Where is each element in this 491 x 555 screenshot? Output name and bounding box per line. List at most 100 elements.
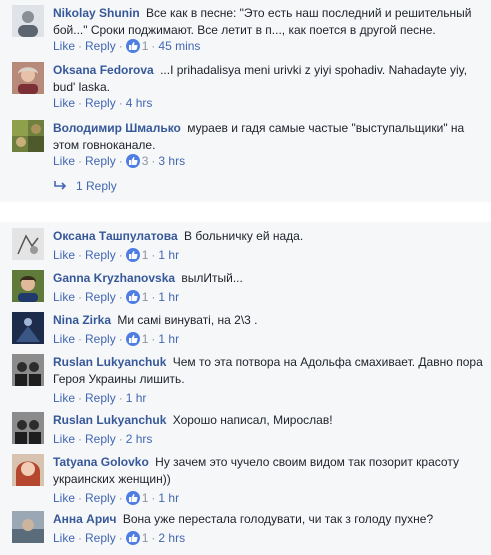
thumbs-up-icon[interactable] xyxy=(125,332,140,346)
comment-body: Ganna Kryzhanovska вылИтый... xyxy=(53,270,484,287)
thumbs-up-icon[interactable] xyxy=(125,290,140,304)
comment-item: Nina Zirka Ми самі винуваті, на 2\3 . Li… xyxy=(12,312,484,348)
comment-author[interactable]: Ruslan Lukyanchuk xyxy=(53,355,166,369)
timestamp[interactable]: 2 hrs xyxy=(126,432,153,446)
comment-body: Ruslan Lukyanchuk Хорошо написал, Миросл… xyxy=(53,412,484,429)
comment-body: Nikolay Shunin Все как в песне: "Это ест… xyxy=(53,5,484,39)
timestamp[interactable]: 3 hrs xyxy=(158,154,185,168)
like-link[interactable]: Like xyxy=(53,391,75,405)
comment-author[interactable]: Nikolay Shunin xyxy=(53,6,140,20)
comment-item: Володимир Шмалько мураев и гадя самые ча… xyxy=(12,120,484,170)
comment-item: Ganna Kryzhanovska вылИтый... Like · Reply… xyxy=(12,270,484,306)
like-count[interactable]: 3 xyxy=(142,154,149,168)
comment-text: В больничку ей нада. xyxy=(183,229,304,243)
avatar[interactable] xyxy=(12,511,44,543)
timestamp[interactable]: 2 hrs xyxy=(158,531,185,545)
reply-link[interactable]: Reply xyxy=(85,432,116,446)
avatar[interactable] xyxy=(12,354,44,386)
comment-author[interactable]: Nina Zirka xyxy=(53,313,111,327)
like-count[interactable]: 1 xyxy=(142,290,149,304)
comment-author[interactable]: Ganna Kryzhanovska xyxy=(53,271,175,285)
comment-item: Tatyana Golovko Ну зачем это чучело свои… xyxy=(12,454,484,505)
reply-link[interactable]: Reply xyxy=(85,39,116,53)
comment-item: Оксана Ташпулатова В больничку ей нада. … xyxy=(12,228,484,264)
comment-author[interactable]: Володимир Шмалько xyxy=(53,121,181,135)
comment-actions: Like · Reply · 1 · 1 hr xyxy=(53,248,180,262)
comment-actions: Like · Reply · 1 · 2 hrs xyxy=(53,531,186,545)
thumbs-up-icon[interactable] xyxy=(125,531,140,545)
thumbs-up-icon[interactable] xyxy=(125,248,140,262)
comment-body: Анна Арич Вона уже перестала голодувати,… xyxy=(53,511,484,528)
timestamp[interactable]: 4 hrs xyxy=(126,96,153,110)
comment-item: Nikolay Shunin Все как в песне: "Это ест… xyxy=(12,5,484,55)
like-link[interactable]: Like xyxy=(53,96,75,110)
like-count[interactable]: 1 xyxy=(142,39,149,53)
reply-link[interactable]: Reply xyxy=(85,332,116,346)
comment-body: Ruslan Lukyanchuk Чем то эта потвора на … xyxy=(53,354,484,388)
reply-link[interactable]: Reply xyxy=(85,531,116,545)
comment-author[interactable]: Анна Арич xyxy=(53,512,117,526)
avatar[interactable] xyxy=(12,62,44,94)
avatar[interactable] xyxy=(12,228,44,260)
avatar[interactable] xyxy=(12,412,44,444)
avatar[interactable] xyxy=(12,454,44,486)
comment-author[interactable]: Ruslan Lukyanchuk xyxy=(53,413,166,427)
avatar[interactable] xyxy=(12,120,44,152)
timestamp[interactable]: 1 hr xyxy=(158,290,179,304)
comment-actions: Like · Reply · 1 · 1 hr xyxy=(53,332,180,346)
like-count[interactable]: 1 xyxy=(142,491,149,505)
timestamp[interactable]: 1 hr xyxy=(126,391,147,405)
comment-item: Oksana Fedorova ...I prihadalisya meni u… xyxy=(12,62,484,112)
reply-link[interactable]: Reply xyxy=(85,96,116,110)
like-count[interactable]: 1 xyxy=(142,248,149,262)
timestamp[interactable]: 45 mins xyxy=(158,39,200,53)
reply-link[interactable]: Reply xyxy=(85,154,116,168)
timestamp[interactable]: 1 hr xyxy=(158,491,179,505)
comment-item: Ruslan Lukyanchuk Чем то эта потвора на … xyxy=(12,354,484,405)
comment-actions: Like · Reply · 1 hr xyxy=(53,391,147,405)
timestamp[interactable]: 1 hr xyxy=(158,332,179,346)
comment-body: Tatyana Golovko Ну зачем это чучело свои… xyxy=(53,454,484,488)
comment-text: Вона уже перестала голодувати, чи так з … xyxy=(122,512,434,526)
like-count[interactable]: 1 xyxy=(142,332,149,346)
timestamp[interactable]: 1 hr xyxy=(158,248,179,262)
comment-item: Ruslan Lukyanchuk Хорошо написал, Миросл… xyxy=(12,412,484,448)
comment-author[interactable]: Oksana Fedorova xyxy=(53,63,154,77)
like-link[interactable]: Like xyxy=(53,154,75,168)
reply-link[interactable]: Reply xyxy=(85,290,116,304)
like-link[interactable]: Like xyxy=(53,248,75,262)
reply-link[interactable]: Reply xyxy=(85,491,116,505)
comment-actions: Like · Reply · 1 · 1 hr xyxy=(53,290,180,304)
reply-link[interactable]: Reply xyxy=(85,391,116,405)
thumbs-up-icon[interactable] xyxy=(125,491,140,505)
comment-body: Володимир Шмалько мураев и гадя самые ча… xyxy=(53,120,484,154)
like-link[interactable]: Like xyxy=(53,432,75,446)
like-count[interactable]: 1 xyxy=(142,531,149,545)
comment-actions: Like · Reply · 2 hrs xyxy=(53,432,153,446)
comment-author[interactable]: Оксана Ташпулатова xyxy=(53,229,178,243)
comment-body: Nina Zirka Ми самі винуваті, на 2\3 . xyxy=(53,312,484,329)
thumbs-up-icon[interactable] xyxy=(125,39,140,53)
like-link[interactable]: Like xyxy=(53,491,75,505)
avatar[interactable] xyxy=(12,5,44,37)
like-link[interactable]: Like xyxy=(53,39,75,53)
like-link[interactable]: Like xyxy=(53,290,75,304)
comment-body: Оксана Ташпулатова В больничку ей нада. xyxy=(53,228,484,245)
replies-count-label[interactable]: 1 Reply xyxy=(76,179,117,193)
comment-actions: Like · Reply · 4 hrs xyxy=(53,96,153,110)
comment-actions: Like · Reply · 1 · 45 mins xyxy=(53,39,201,53)
comment-body: Oksana Fedorova ...I prihadalisya meni u… xyxy=(53,62,484,96)
reply-link[interactable]: Reply xyxy=(85,248,116,262)
avatar[interactable] xyxy=(12,270,44,302)
comment-text: вылИтый... xyxy=(181,271,243,285)
comment-text: Ми самі винуваті, на 2\3 . xyxy=(117,313,258,327)
reply-arrow-icon xyxy=(54,181,67,190)
view-replies-link[interactable]: 1 Reply xyxy=(54,178,117,194)
comment-actions: Like · Reply · 3 · 3 hrs xyxy=(53,154,186,168)
like-link[interactable]: Like xyxy=(53,332,75,346)
comment-author[interactable]: Tatyana Golovko xyxy=(53,455,149,469)
like-link[interactable]: Like xyxy=(53,531,75,545)
comment-thread-top: Nikolay Shunin Все как в песне: "Это ест… xyxy=(0,0,491,202)
thumbs-up-icon[interactable] xyxy=(125,154,140,168)
avatar[interactable] xyxy=(12,312,44,344)
